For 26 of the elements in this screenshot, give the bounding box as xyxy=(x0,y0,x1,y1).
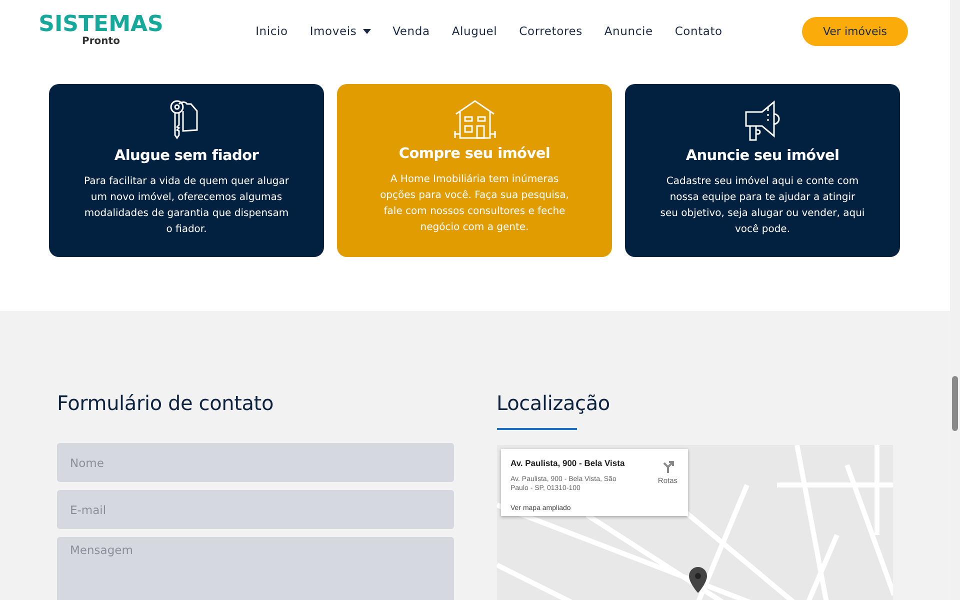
nav-link[interactable]: Venda xyxy=(392,24,430,38)
input-field[interactable]: Nome xyxy=(57,443,454,482)
house-icon xyxy=(452,98,496,140)
card-description: A Home Imobiliária tem inúmeras opções para você. Faça sua pesquisa, fale com nossos consultores e feche negócio com a gente. xyxy=(379,173,570,235)
section-heading: Localização xyxy=(496,390,611,417)
view-properties-button[interactable]: Ver imóveis xyxy=(802,16,908,46)
nav-link[interactable]: Contato xyxy=(674,24,722,38)
scrollbar-thumb[interactable] xyxy=(952,376,958,431)
logo-subtitle: Pronto xyxy=(82,36,120,48)
nav-link[interactable]: Inicio xyxy=(256,24,288,38)
message-field[interactable]: Mensagem xyxy=(57,537,454,600)
card-title: Alugue sem fiador xyxy=(114,148,259,164)
card-title: Anuncie seu imóvel xyxy=(686,148,840,164)
nav-link[interactable]: Aluguel xyxy=(452,24,498,38)
map-pin-icon xyxy=(688,566,706,593)
nav-link[interactable]: Corretores xyxy=(519,24,582,38)
map-place-title: Av. Paulista, 900 - Bela Vista xyxy=(510,458,625,468)
nav-link[interactable]: Anuncie xyxy=(604,24,653,38)
input-field[interactable]: E-mail xyxy=(57,490,454,529)
nav-link[interactable]: Imoveis xyxy=(310,24,371,38)
section-heading: Formulário de contato xyxy=(57,390,274,417)
card-description: Cadastre seu imóvel aqui e conte com nossa equipe para te ajudar a atingir seu objetivo, seja alugar ou vender, aqui você pode. xyxy=(660,175,865,237)
card-title: Compre seu imóvel xyxy=(398,146,550,162)
caret-icon xyxy=(362,28,371,34)
card-description: Para facilitar a vida de quem quer alugar um novo imóvel, oferecemos algumas modalidades de garantia que dispensam o fiador. xyxy=(84,175,289,237)
directions-icon xyxy=(662,460,674,473)
